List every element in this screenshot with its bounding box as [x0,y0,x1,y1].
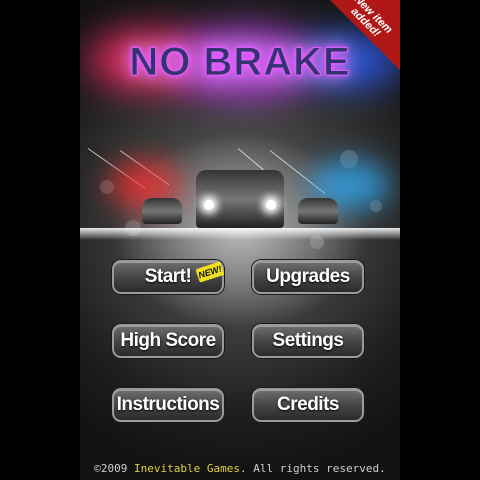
police-car-left [142,198,182,224]
headlight-left [204,200,214,210]
instructions-button[interactable]: Instructions [112,388,224,422]
company-name: Inevitable Games [134,462,240,475]
player-car [196,170,284,228]
credits-button[interactable]: Credits [252,388,364,422]
high-score-button[interactable]: High Score [112,324,224,358]
settings-button[interactable]: Settings [252,324,364,358]
game-screen: NO BRAKE New item added! Start! NEW! Upg… [80,0,400,480]
new-item-ribbon[interactable]: New item added! [330,0,400,70]
rights-text: . All rights reserved. [240,462,386,475]
road-shine [80,228,400,240]
copyright-footer: ©2009 Inevitable Games. All rights reser… [80,462,400,475]
copyright-year: ©2009 [94,462,135,475]
headlight-right [266,200,276,210]
upgrades-button[interactable]: Upgrades [252,260,364,294]
police-car-right [298,198,338,224]
